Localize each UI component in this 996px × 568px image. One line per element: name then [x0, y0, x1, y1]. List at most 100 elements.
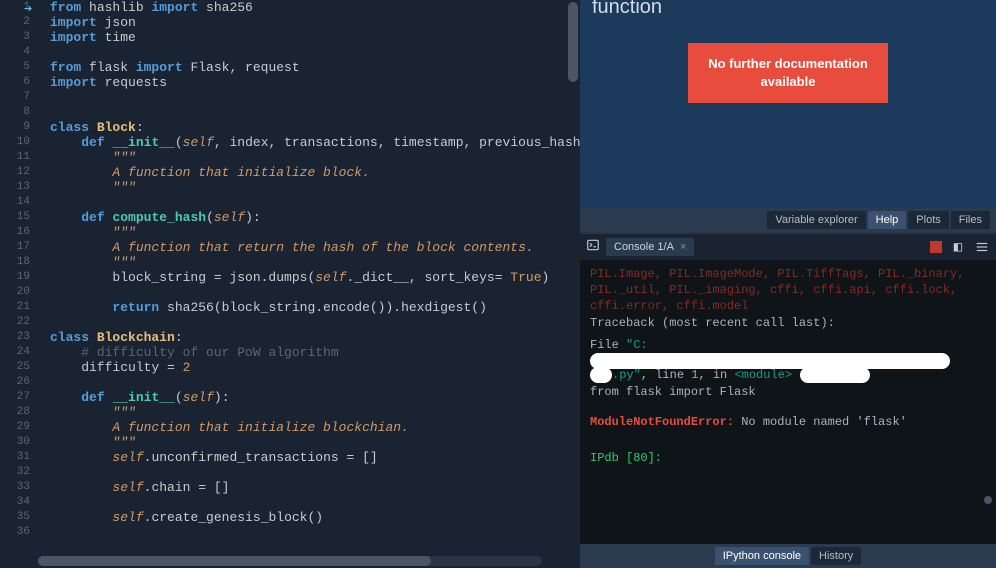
terminal-icon — [586, 238, 600, 256]
editor-vertical-scrollbar[interactable] — [566, 0, 578, 554]
line-number: 34 — [0, 495, 30, 510]
line-number: 10 — [0, 135, 30, 150]
line-number: 26 — [0, 375, 30, 390]
code-line: self.create_genesis_block() — [50, 510, 580, 525]
line-number: 36 — [0, 525, 30, 540]
code-line — [50, 525, 580, 540]
code-line: """ — [50, 150, 580, 165]
code-line: return sha256(block_string.encode()).hex… — [50, 300, 580, 315]
code-line: difficulty = 2 — [50, 360, 580, 375]
no-doc-alert: No further documentation available — [688, 43, 888, 103]
editor-body: 1234567891011121314151617181920212223242… — [0, 0, 580, 554]
code-line: """ — [50, 435, 580, 450]
line-number: 22 — [0, 315, 30, 330]
stop-icon[interactable] — [930, 241, 942, 253]
line-number: 25 — [0, 360, 30, 375]
line-number: 16 — [0, 225, 30, 240]
menu-icon[interactable] — [974, 239, 990, 255]
line-number: 30 — [0, 435, 30, 450]
line-number: 3 — [0, 30, 30, 45]
console-file-line: File "C: — [590, 337, 986, 370]
console-tab[interactable]: Console 1/A × — [606, 238, 694, 256]
code-line — [50, 195, 580, 210]
line-number: 13 — [0, 180, 30, 195]
line-number: 12 — [0, 165, 30, 180]
line-number: 29 — [0, 420, 30, 435]
console-modules-line: PIL.Image, PIL.ImageMode, PIL.TiffTags, … — [590, 266, 986, 315]
code-line: # difficulty of our PoW algorithm — [50, 345, 580, 360]
options-icon[interactable] — [950, 239, 966, 255]
redacted-fragment — [590, 367, 612, 383]
code-line: def compute_hash(self): — [50, 210, 580, 225]
code-line: class Blockchain: — [50, 330, 580, 345]
code-line: A function that initialize block. — [50, 165, 580, 180]
line-number: 32 — [0, 465, 30, 480]
line-number: 24 — [0, 345, 30, 360]
editor-horizontal-scrollbar-track — [38, 556, 542, 566]
console-header: Console 1/A × — [580, 234, 996, 260]
code-line: import json — [50, 15, 580, 30]
tab-variable-explorer[interactable]: Variable explorer — [767, 211, 865, 229]
console-error-line: ModuleNotFoundError: No module named 'fl… — [590, 414, 986, 430]
console-prompt: IPdb [80]: — [590, 450, 986, 466]
code-line: def __init__(self): — [50, 390, 580, 405]
alert-line2: available — [708, 73, 868, 91]
code-line: """ — [50, 255, 580, 270]
line-number: 19 — [0, 270, 30, 285]
line-number: 17 — [0, 240, 30, 255]
code-line: import time — [50, 30, 580, 45]
code-line: def __init__(self, index, transactions, … — [50, 135, 580, 150]
redacted-tail — [800, 367, 870, 383]
line-number: 21 — [0, 300, 30, 315]
console-scroll-indicator[interactable] — [984, 496, 992, 504]
code-line — [50, 315, 580, 330]
code-line: A function that initialize blockchian. — [50, 420, 580, 435]
line-number: 20 — [0, 285, 30, 300]
line-number: 8 — [0, 105, 30, 120]
line-number: 14 — [0, 195, 30, 210]
code-line: self.chain = [] — [50, 480, 580, 495]
code-line: """ — [50, 225, 580, 240]
console-traceback: Traceback (most recent call last): — [590, 315, 986, 331]
run-arrow-icon: ➔ — [24, 1, 32, 18]
alert-line1: No further documentation — [708, 55, 868, 73]
line-number: 35 — [0, 510, 30, 525]
code-line: import requests — [50, 75, 580, 90]
line-number: 15 — [0, 210, 30, 225]
tab-history[interactable]: History — [811, 547, 861, 565]
console-import-line: from flask import Flask — [590, 384, 986, 400]
editor-horizontal-scrollbar-thumb[interactable] — [38, 556, 431, 566]
code-line — [50, 375, 580, 390]
line-number: 18 — [0, 255, 30, 270]
line-number: 31 — [0, 450, 30, 465]
code-line: from flask import Flask, request — [50, 60, 580, 75]
code-line — [50, 90, 580, 105]
console-bottom-tabs: IPython console History — [580, 544, 996, 568]
code-line — [50, 465, 580, 480]
line-number: 7 — [0, 90, 30, 105]
editor-horizontal-scrollbar[interactable] — [0, 554, 580, 568]
code-line — [50, 105, 580, 120]
editor-vertical-scrollbar-thumb[interactable] — [568, 2, 578, 82]
line-number-gutter: 1234567891011121314151617181920212223242… — [0, 0, 38, 554]
tab-plots[interactable]: Plots — [908, 211, 948, 229]
code-line — [50, 285, 580, 300]
code-line: A function that return the hash of the b… — [50, 240, 580, 255]
help-tab-row: Variable explorer Help Plots Files — [580, 208, 996, 232]
code-line: self.unconfirmed_transactions = [] — [50, 450, 580, 465]
console-tab-label: Console 1/A — [614, 241, 674, 253]
code-line: """ — [50, 180, 580, 195]
line-number: 4 — [0, 45, 30, 60]
line-number: 5 — [0, 60, 30, 75]
code-line: from hashlib import sha256 — [50, 0, 580, 15]
code-area[interactable]: from hashlib import sha256import jsonimp… — [38, 0, 580, 554]
tab-ipython-console[interactable]: IPython console — [715, 547, 809, 565]
close-icon[interactable]: × — [680, 241, 686, 253]
right-pane: function No further documentation availa… — [580, 0, 996, 568]
tab-files[interactable]: Files — [951, 211, 990, 229]
code-line: """ — [50, 405, 580, 420]
line-number: 6 — [0, 75, 30, 90]
console-output[interactable]: PIL.Image, PIL.ImageMode, PIL.TiffTags, … — [580, 260, 996, 544]
help-panel: function No further documentation availa… — [580, 0, 996, 232]
tab-help[interactable]: Help — [868, 211, 907, 229]
